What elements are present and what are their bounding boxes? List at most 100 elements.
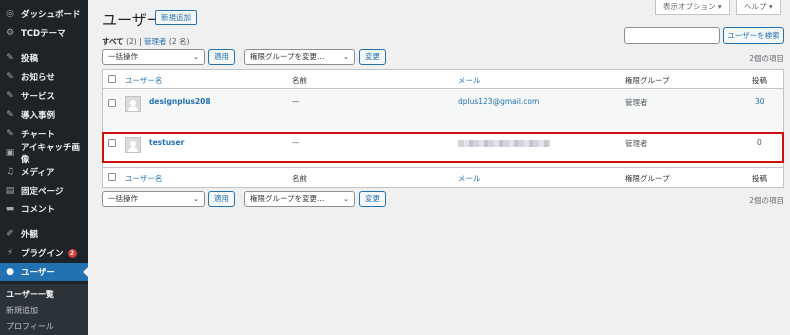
users-submenu: ユーザー一覧 新規追加 プロフィール [0, 284, 88, 335]
plugin-icon: ⚡ [6, 248, 14, 258]
column-email[interactable]: メール [458, 173, 481, 184]
column-posts: 投稿 [752, 174, 767, 183]
sidebar-item-label: メディア [21, 168, 55, 178]
table-row: designplus208 — dplus123@gmail.com 管理者 3… [103, 89, 783, 129]
chevron-down-icon: ⌄ [343, 53, 349, 61]
dashboard-icon: ◎ [6, 9, 14, 19]
role-filter-links: すべて (2) | 管理者 (2 名) [102, 36, 189, 47]
change-button-top[interactable]: 変更 [359, 49, 386, 65]
items-count-bottom: 2個の項目 [749, 196, 784, 205]
sidebar-item-label: サービス [21, 92, 56, 102]
active-arrow-icon [83, 267, 88, 277]
sidebar-item-label: プラグイン [21, 249, 64, 259]
sidebar-item-label: チャート [21, 130, 55, 140]
pin-icon: ✎ [6, 72, 14, 82]
email-link[interactable]: dplus123@gmail.com [458, 97, 539, 106]
bulk-action-select-bottom[interactable]: 一括操作 ⌄ [102, 191, 205, 207]
change-role-value: 権限グループを変更... [250, 194, 325, 203]
filter-separator: | [139, 37, 142, 46]
users-table: ユーザー名 名前 メール 権限グループ 投稿 designplus208 — d… [102, 69, 784, 188]
image-icon: ▣ [5, 148, 15, 158]
apply-button-top[interactable]: 適用 [208, 49, 235, 65]
sidebar-item-posts[interactable]: ✎ 投稿 [0, 49, 88, 67]
items-count-top: 2個の項目 [749, 54, 784, 63]
brush-icon: ✐ [6, 229, 14, 239]
user-search-input[interactable] [624, 27, 720, 44]
update-count-badge: 2 [67, 248, 77, 258]
user-icon: ● [6, 267, 14, 277]
sidebar-item-case-studies[interactable]: ✎ 導入事例 [0, 106, 88, 124]
chevron-down-icon: ⌄ [193, 53, 199, 61]
submenu-item-add-new[interactable]: 新規追加 [6, 305, 38, 316]
search-users-button[interactable]: ユーザーを検索 [723, 27, 784, 44]
select-all-checkbox-footer[interactable] [108, 173, 116, 181]
column-name: 名前 [292, 76, 307, 85]
sidebar-item-eyecatch[interactable]: ▣ アイキャッチ画像 [0, 143, 88, 165]
sidebar-item-label: 導入事例 [21, 111, 56, 121]
change-role-select-top[interactable]: 権限グループを変更... ⌄ [244, 49, 355, 65]
apply-button-bottom[interactable]: 適用 [208, 191, 235, 207]
sidebar-item-label: 投稿 [21, 54, 39, 64]
pin-icon: ✎ [6, 53, 14, 63]
filter-admin-count: (2 名) [168, 37, 190, 46]
column-role: 権限グループ [625, 76, 670, 85]
add-new-button[interactable]: 新規追加 [155, 10, 197, 25]
row-checkbox[interactable] [108, 99, 116, 107]
pin-icon: ✎ [6, 129, 14, 139]
change-role-value: 権限グループを変更... [250, 52, 325, 61]
gear-icon: ⚙ [5, 28, 15, 38]
chevron-down-icon: ⌄ [343, 195, 349, 203]
sidebar-item-comments[interactable]: ▬ コメント [0, 200, 88, 218]
comment-icon: ▬ [5, 204, 15, 214]
sidebar-item-label: コメント [21, 205, 56, 215]
filter-admin[interactable]: 管理者 [144, 37, 167, 46]
sidebar-item-users[interactable]: ● ユーザー [0, 263, 88, 281]
role-cell: 管理者 [625, 98, 648, 107]
column-role: 権限グループ [625, 174, 670, 183]
help-button[interactable]: ヘルプ ▾ [736, 0, 781, 15]
filter-all-count: (2) [126, 37, 137, 46]
table-footer: ユーザー名 名前 メール 権限グループ 投稿 [103, 167, 783, 186]
sidebar-item-news[interactable]: ✎ お知らせ [0, 68, 88, 86]
sidebar-item-label: 外観 [21, 230, 39, 240]
avatar [125, 96, 141, 112]
sidebar-item-label: お知らせ [21, 73, 55, 83]
admin-sidebar: ◎ ダッシュボード ⚙ TCDテーマ ✎ 投稿 ✎ お知らせ ✎ サービス ✎ 導入事例 ✎… [0, 0, 88, 335]
page-title: ユーザー [102, 11, 162, 29]
sidebar-item-label: ユーザー [21, 268, 55, 278]
pin-icon: ✎ [6, 91, 14, 101]
sidebar-item-service[interactable]: ✎ サービス [0, 87, 88, 105]
sidebar-item-label: TCDテーマ [21, 29, 66, 39]
sidebar-item-label: アイキャッチ画像 [20, 143, 80, 165]
filter-all[interactable]: すべて [102, 37, 124, 46]
column-name: 名前 [292, 174, 307, 183]
column-email[interactable]: メール [458, 75, 481, 86]
screen-options-button[interactable]: 表示オプション ▾ [655, 0, 730, 15]
bulk-action-select-top[interactable]: 一括操作 ⌄ [102, 49, 205, 65]
sidebar-item-appearance[interactable]: ✐ 外観 [0, 225, 88, 243]
name-cell: — [292, 97, 300, 106]
sidebar-item-dashboard[interactable]: ◎ ダッシュボード [0, 5, 88, 23]
column-username[interactable]: ユーザー名 [125, 75, 162, 86]
change-button-bottom[interactable]: 変更 [359, 191, 386, 207]
select-all-checkbox[interactable] [108, 75, 116, 83]
submenu-item-profile[interactable]: プロフィール [6, 321, 54, 332]
bulk-action-value: 一括操作 [108, 52, 138, 61]
sidebar-item-plugins[interactable]: ⚡ プラグイン 2 [0, 244, 88, 262]
sidebar-item-pages[interactable]: ▤ 固定ページ [0, 182, 88, 200]
sidebar-item-media[interactable]: ♫ メディア [0, 163, 88, 181]
chevron-down-icon: ⌄ [193, 195, 199, 203]
change-role-select-bottom[interactable]: 権限グループを変更... ⌄ [244, 191, 355, 207]
sidebar-item-tcd-theme[interactable]: ⚙ TCDテーマ [0, 24, 88, 42]
column-username[interactable]: ユーザー名 [125, 173, 162, 184]
sidebar-item-label: ダッシュボード [21, 10, 81, 20]
pin-icon: ✎ [6, 110, 14, 120]
highlight-box [102, 132, 784, 163]
sidebar-item-label: 固定ページ [21, 187, 64, 197]
bulk-action-value: 一括操作 [108, 194, 138, 203]
username-link[interactable]: designplus208 [149, 97, 211, 106]
column-posts: 投稿 [752, 76, 767, 85]
posts-count-link[interactable]: 30 [755, 97, 765, 106]
page-icon: ▤ [5, 186, 15, 196]
submenu-item-all-users[interactable]: ユーザー一覧 [6, 289, 54, 300]
